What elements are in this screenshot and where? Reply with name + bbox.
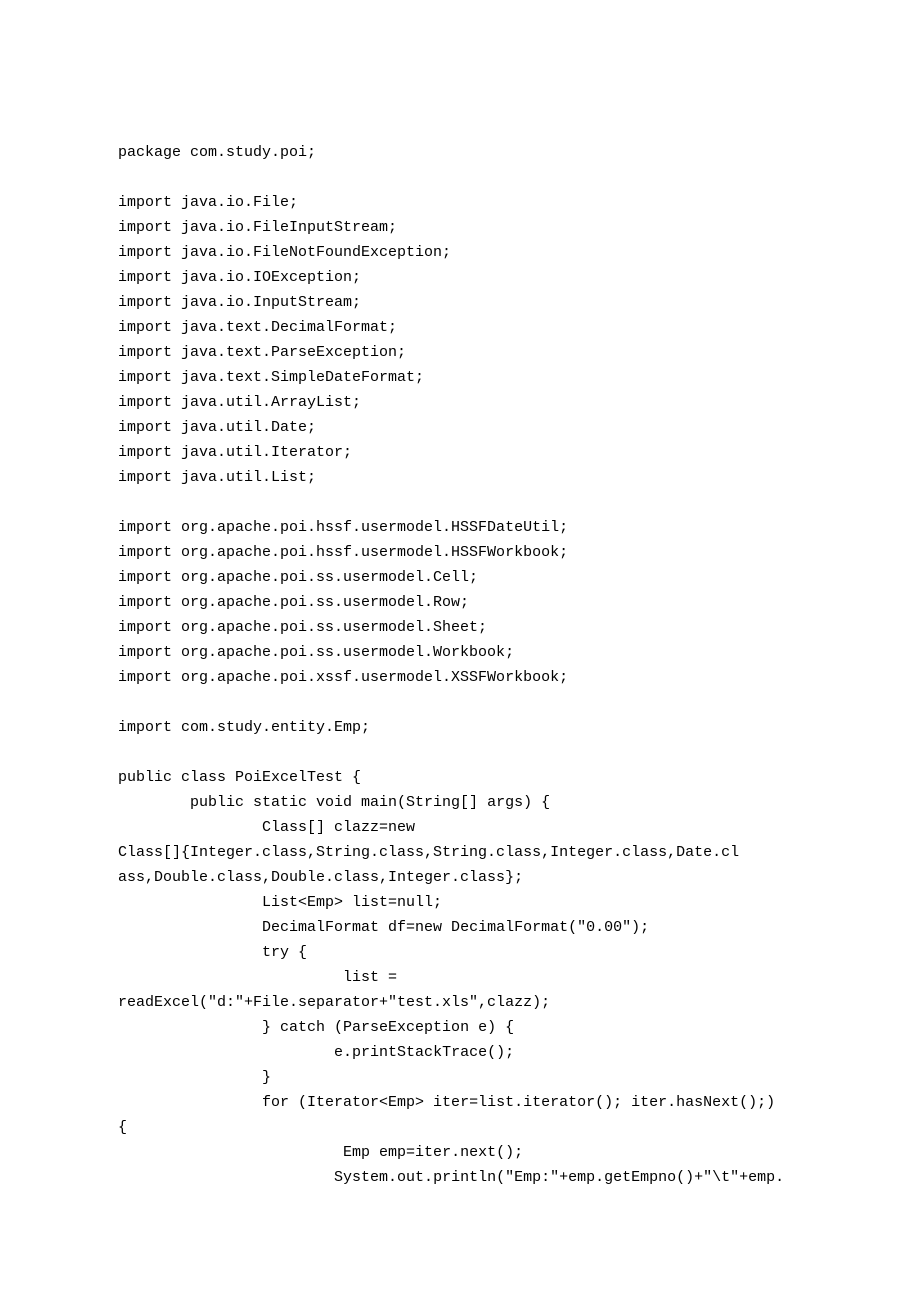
document-page: package com.study.poi; import java.io.Fi… <box>0 0 920 1250</box>
code-block: package com.study.poi; import java.io.Fi… <box>118 140 802 1190</box>
